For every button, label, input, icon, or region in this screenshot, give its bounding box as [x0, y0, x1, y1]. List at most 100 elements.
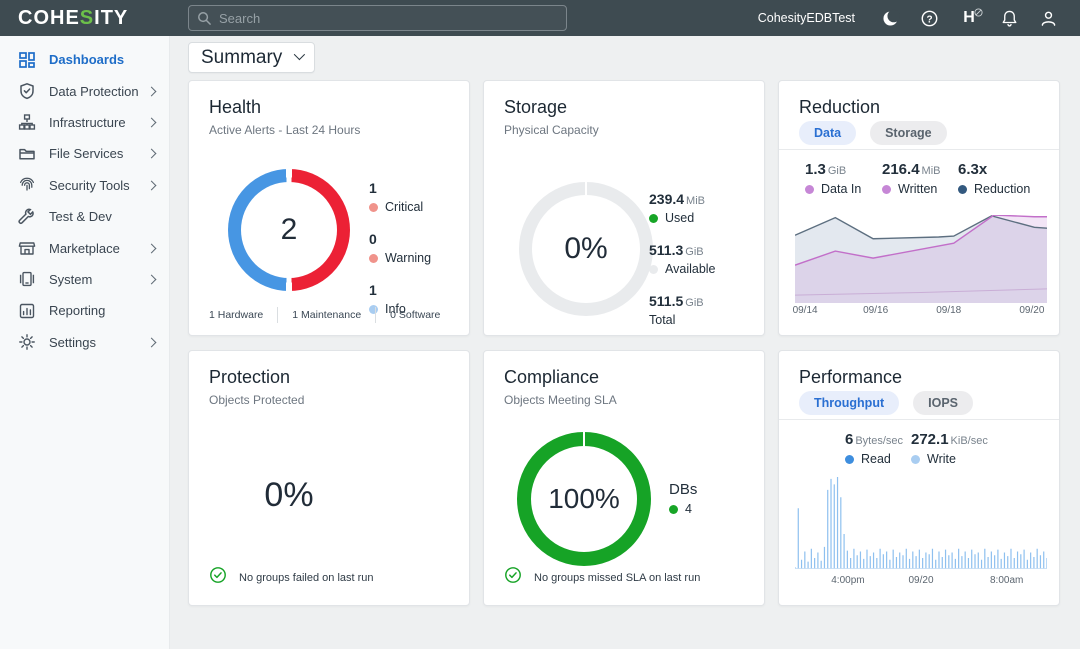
stat-written: 216.4MiB Written — [882, 161, 941, 196]
health-donut-chart[interactable]: 2 — [228, 169, 350, 291]
sidebar-item-system[interactable]: System — [0, 264, 169, 295]
compliance-footer: No groups missed SLA on last run — [504, 566, 700, 589]
chevron-right-icon — [147, 86, 157, 96]
available-dot — [649, 265, 658, 274]
critical-dot — [369, 203, 378, 212]
maintenance-count[interactable]: 1 Maintenance — [278, 309, 375, 321]
card-title: Health — [209, 97, 469, 118]
legend-total: 511.5GiB Total — [649, 293, 716, 327]
search-icon — [197, 11, 212, 26]
chevron-right-icon — [147, 243, 157, 253]
sidebar-item-test-dev[interactable]: Test & Dev — [0, 201, 169, 232]
card-title: Storage — [504, 97, 764, 118]
health-total: 2 — [228, 169, 350, 291]
card-title: Compliance — [504, 367, 764, 388]
data-in-dot — [805, 185, 814, 194]
tab-storage[interactable]: Storage — [870, 121, 947, 145]
sidebar-nav: Dashboards Data Protection Infrastructur… — [0, 36, 170, 649]
dashboard-icon — [18, 51, 36, 69]
account-name: CohesityEDBTest — [758, 11, 855, 25]
sidebar-item-dashboards[interactable]: Dashboards — [0, 44, 169, 75]
compliance-legend: DBs 4 — [669, 481, 697, 533]
legend-critical: 1 Critical — [369, 180, 431, 214]
chevron-right-icon — [147, 118, 157, 128]
card-subtitle: Objects Protected — [209, 393, 469, 407]
storage-donut-chart[interactable]: 0% — [519, 182, 653, 316]
gear-icon — [18, 333, 36, 351]
report-icon — [18, 302, 36, 320]
card-title: Reduction — [799, 97, 1059, 118]
sidebar-item-label: Infrastructure — [49, 115, 148, 130]
infrastructure-icon — [18, 113, 36, 131]
storage-percent: 0% — [518, 181, 654, 317]
chevron-right-icon — [147, 274, 157, 284]
used-dot — [649, 214, 658, 223]
sidebar-item-label: Settings — [49, 335, 148, 350]
sidebar-item-marketplace[interactable]: Marketplace — [0, 232, 169, 263]
system-icon — [18, 270, 36, 288]
stat-read: 6Bytes/sec Read — [845, 431, 903, 466]
performance-x-axis: 4:00pm 09/20 8:00am — [795, 575, 1047, 589]
sidebar-item-label: System — [49, 272, 148, 287]
legend-available: 511.3GiB Available — [649, 242, 716, 276]
reduction-x-axis: 09/14 09/16 09/18 09/20 — [795, 305, 1047, 319]
chevron-right-icon — [147, 180, 157, 190]
sidebar-item-label: Data Protection — [49, 84, 148, 99]
health-footer: 1 Hardware 1 Maintenance 0 Software — [209, 307, 454, 323]
user-icon[interactable] — [1038, 8, 1058, 28]
tab-throughput[interactable]: Throughput — [799, 391, 899, 415]
health-card: Health Active Alerts - Last 24 Hours 2 1… — [188, 80, 470, 336]
view-selector-label: Summary — [201, 47, 282, 69]
read-dot — [845, 455, 854, 464]
legend-warning: 0 Warning — [369, 231, 431, 265]
card-subtitle: Physical Capacity — [504, 123, 764, 137]
chevron-down-icon — [294, 48, 305, 59]
storage-card: Storage Physical Capacity 0% 239.4MiB Us… — [483, 80, 765, 336]
protection-card: Protection Objects Protected 0% No group… — [188, 350, 470, 606]
card-title: Performance — [799, 367, 1059, 388]
folder-icon — [18, 145, 36, 163]
reduction-area-chart[interactable] — [795, 215, 1047, 303]
sidebar-item-file-services[interactable]: File Services — [0, 138, 169, 169]
help-icon[interactable]: ? — [919, 8, 939, 28]
cohesity-logo: COHESITY — [18, 7, 128, 30]
write-dot — [911, 455, 920, 464]
reduction-dot — [958, 185, 967, 194]
compliance-card: Compliance Objects Meeting SLA 100% DBs … — [483, 350, 765, 606]
legend-used: 239.4MiB Used — [649, 191, 716, 225]
protection-footer: No groups failed on last run — [209, 566, 374, 589]
helios-icon[interactable]: H — [958, 9, 980, 27]
sidebar-item-label: Security Tools — [49, 178, 148, 193]
tab-iops[interactable]: IOPS — [913, 391, 973, 415]
check-circle-icon — [504, 566, 522, 589]
stat-data-in: 1.3GiB Data In — [805, 161, 861, 196]
sidebar-item-label: Marketplace — [49, 241, 148, 256]
chevron-right-icon — [147, 337, 157, 347]
sidebar-item-label: File Services — [49, 146, 148, 161]
search-input[interactable] — [219, 11, 558, 26]
performance-tabs: Throughput IOPS — [799, 391, 973, 415]
performance-spike-chart[interactable] — [795, 477, 1047, 569]
global-search[interactable] — [188, 5, 567, 31]
dark-mode-moon-icon[interactable] — [880, 8, 900, 28]
sidebar-item-data-protection[interactable]: Data Protection — [0, 75, 169, 106]
tab-data[interactable]: Data — [799, 121, 856, 145]
stat-reduction-ratio: 6.3x Reduction — [958, 161, 1030, 196]
card-subtitle: Active Alerts - Last 24 Hours — [209, 123, 469, 137]
card-subtitle: Objects Meeting SLA — [504, 393, 764, 407]
compliance-percent: 100% — [517, 432, 651, 566]
sidebar-item-security-tools[interactable]: Security Tools — [0, 170, 169, 201]
software-count[interactable]: 0 Software — [376, 309, 454, 321]
sidebar-item-settings[interactable]: Settings — [0, 327, 169, 358]
stat-write: 272.1KiB/sec Write — [911, 431, 988, 466]
dashboard-view-selector[interactable]: Summary — [188, 42, 315, 73]
wrench-icon — [18, 208, 36, 226]
sidebar-item-reporting[interactable]: Reporting — [0, 295, 169, 326]
notifications-bell-icon[interactable] — [999, 8, 1019, 28]
compliance-donut-chart[interactable]: 100% — [517, 432, 651, 566]
sidebar-item-label: Reporting — [49, 303, 155, 318]
sidebar-item-infrastructure[interactable]: Infrastructure — [0, 107, 169, 138]
reduction-card: Reduction Data Storage 1.3GiB Data In 21… — [778, 80, 1060, 336]
hardware-count[interactable]: 1 Hardware — [209, 309, 277, 321]
storefront-icon — [18, 239, 36, 257]
